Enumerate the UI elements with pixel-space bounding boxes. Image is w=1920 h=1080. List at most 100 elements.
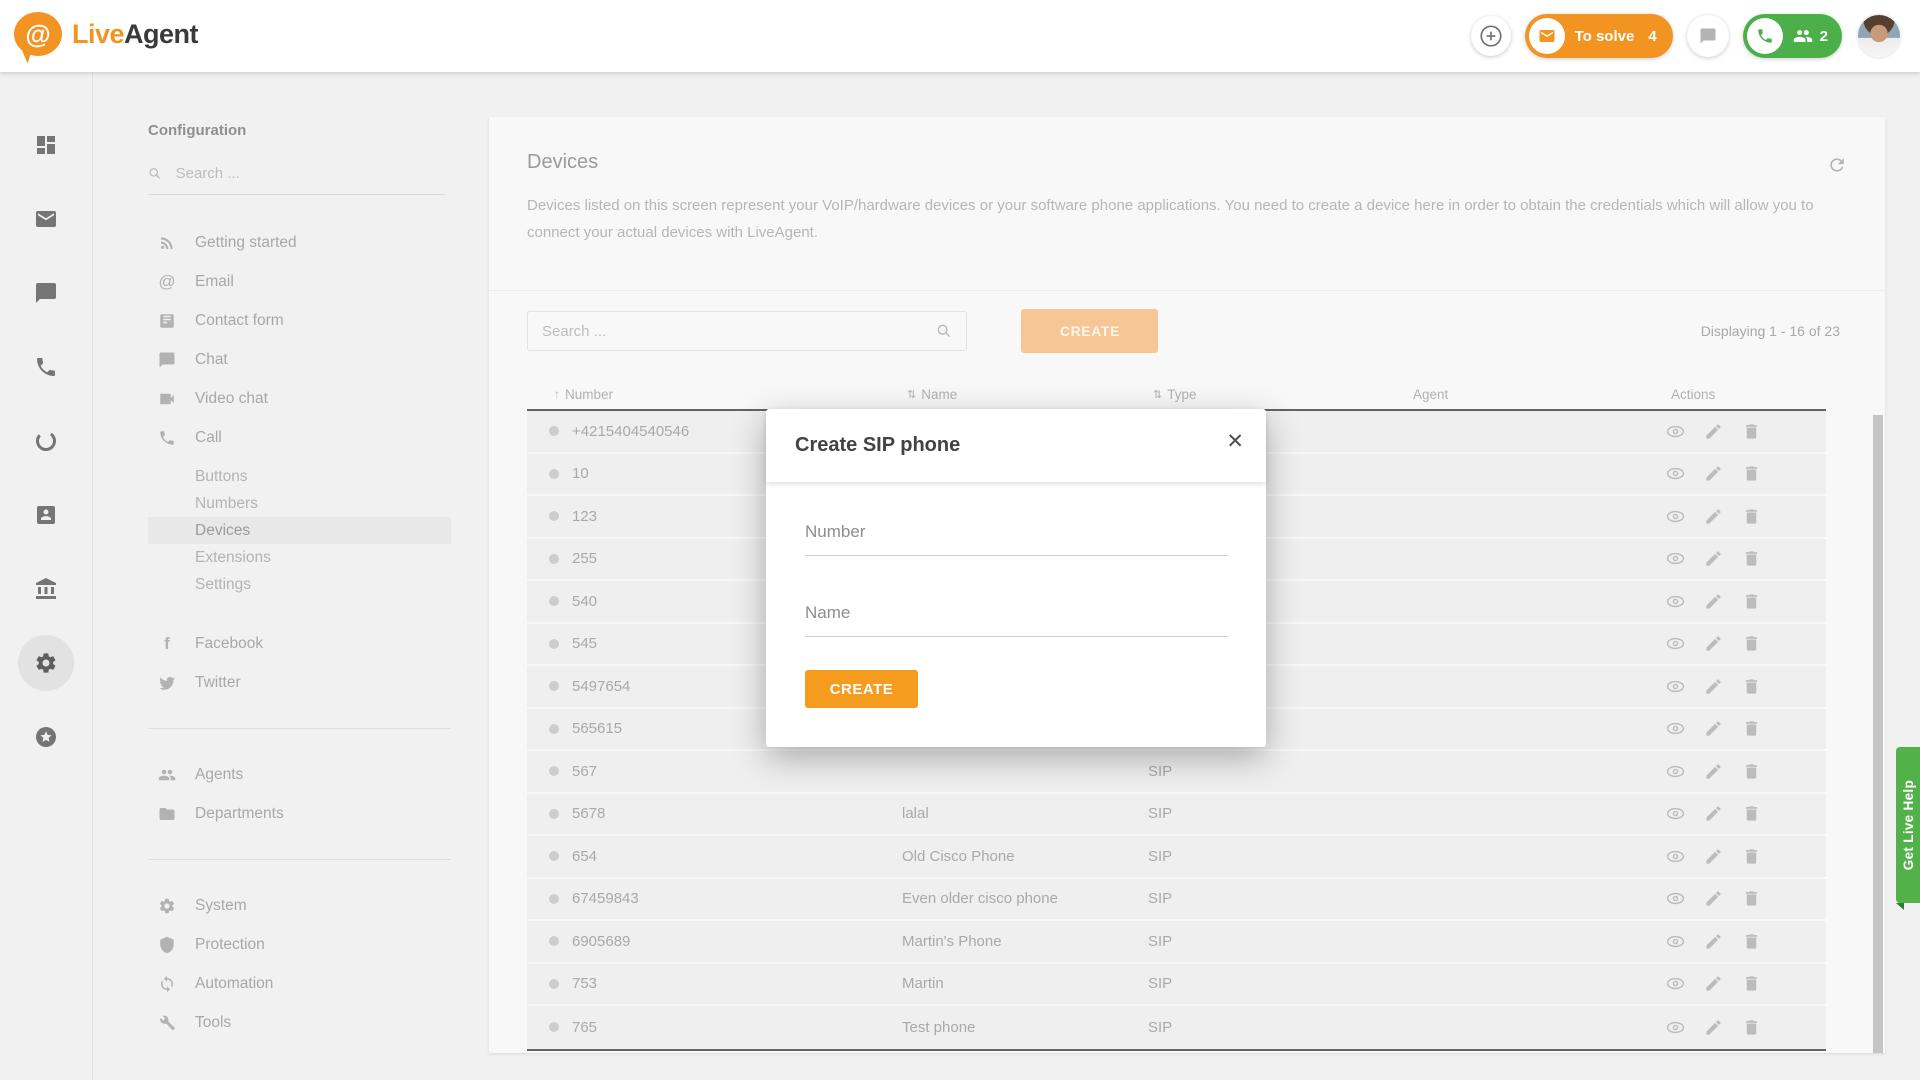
subnav-extensions[interactable]: Extensions	[148, 544, 451, 571]
nav-item-tools[interactable]: Tools	[93, 1003, 471, 1042]
rail-dashboard-button[interactable]	[0, 108, 93, 182]
table-row[interactable]: 753 Martin SIP	[527, 964, 1826, 1007]
nav-item-contact-form[interactable]: Contact form	[93, 301, 471, 340]
view-button[interactable]	[1666, 422, 1685, 441]
name-field[interactable]	[805, 603, 1228, 637]
table-row[interactable]: 67459843 Even older cisco phone SIP	[527, 879, 1826, 922]
nav-item-facebook[interactable]: f Facebook	[93, 624, 471, 663]
delete-button[interactable]	[1742, 422, 1761, 441]
nav-item-video-chat[interactable]: Video chat	[93, 379, 471, 418]
calls-status-button[interactable]: 2	[1743, 14, 1842, 58]
view-button[interactable]	[1666, 634, 1685, 653]
modal-create-button[interactable]: CREATE	[805, 670, 918, 708]
view-button[interactable]	[1666, 762, 1685, 781]
rail-call-button[interactable]	[0, 330, 93, 404]
view-button[interactable]	[1666, 592, 1685, 611]
rail-billing-button[interactable]	[0, 552, 93, 626]
rail-star-button[interactable]	[0, 700, 93, 774]
delete-button[interactable]	[1742, 549, 1761, 568]
edit-button[interactable]	[1704, 719, 1723, 738]
edit-button[interactable]	[1704, 804, 1723, 823]
table-row[interactable]: 654 Old Cisco Phone SIP	[527, 836, 1826, 879]
delete-button[interactable]	[1742, 507, 1761, 526]
edit-button[interactable]	[1704, 847, 1723, 866]
nav-item-chat[interactable]: Chat	[93, 340, 471, 379]
nav-item-email[interactable]: @ Email	[93, 262, 471, 301]
edit-button[interactable]	[1704, 464, 1723, 483]
subnav-settings[interactable]: Settings	[148, 571, 451, 598]
view-button[interactable]	[1666, 719, 1685, 738]
column-header-name[interactable]: ⇅Name	[907, 387, 1153, 402]
delete-button[interactable]	[1742, 889, 1761, 908]
edit-button[interactable]	[1704, 762, 1723, 781]
nav-item-agents[interactable]: Agents	[93, 755, 471, 794]
subnav-devices[interactable]: Devices	[148, 517, 451, 544]
view-button[interactable]	[1666, 549, 1685, 568]
get-live-help-ribbon[interactable]: Get Live Help	[1896, 747, 1920, 903]
view-button[interactable]	[1666, 1018, 1685, 1037]
liveagent-logo[interactable]: @ LiveAgent	[14, 12, 198, 56]
edit-button[interactable]	[1704, 507, 1723, 526]
view-button[interactable]	[1666, 507, 1685, 526]
user-avatar[interactable]	[1856, 13, 1902, 59]
rail-data-usage-button[interactable]	[0, 404, 93, 478]
table-row[interactable]: 6905689 Martin's Phone SIP	[527, 921, 1826, 964]
table-search[interactable]	[527, 311, 967, 351]
delete-button[interactable]	[1742, 847, 1761, 866]
view-button[interactable]	[1666, 932, 1685, 951]
subnav-numbers[interactable]: Numbers	[148, 490, 451, 517]
view-button[interactable]	[1666, 677, 1685, 696]
delete-button[interactable]	[1742, 719, 1761, 738]
number-field[interactable]	[805, 522, 1228, 556]
edit-button[interactable]	[1704, 1018, 1723, 1037]
edit-button[interactable]	[1704, 634, 1723, 653]
nav-item-departments[interactable]: Departments	[93, 794, 471, 833]
close-icon[interactable]: ✕	[1226, 431, 1244, 452]
add-button[interactable]	[1471, 16, 1511, 56]
number-input[interactable]	[805, 522, 1228, 542]
table-row[interactable]: 567 SIP	[527, 751, 1826, 794]
to-solve-button[interactable]: To solve 4	[1525, 14, 1673, 58]
view-button[interactable]	[1666, 847, 1685, 866]
subnav-buttons[interactable]: Buttons	[148, 463, 451, 490]
view-button[interactable]	[1666, 464, 1685, 483]
sidebar-search[interactable]	[148, 165, 445, 195]
edit-button[interactable]	[1704, 677, 1723, 696]
create-device-button[interactable]: CREATE	[1021, 309, 1158, 353]
name-input[interactable]	[805, 603, 1228, 623]
sidebar-search-input[interactable]	[176, 165, 445, 182]
delete-button[interactable]	[1742, 932, 1761, 951]
delete-button[interactable]	[1742, 592, 1761, 611]
rail-chat-button[interactable]	[0, 256, 93, 330]
rail-mail-button[interactable]	[0, 182, 93, 256]
edit-button[interactable]	[1704, 974, 1723, 993]
delete-button[interactable]	[1742, 634, 1761, 653]
delete-button[interactable]	[1742, 974, 1761, 993]
delete-button[interactable]	[1742, 804, 1761, 823]
delete-button[interactable]	[1742, 1018, 1761, 1037]
nav-item-call[interactable]: Call	[93, 418, 471, 457]
table-scrollbar[interactable]	[1873, 415, 1883, 1053]
column-header-type[interactable]: ⇅Type	[1153, 387, 1413, 402]
nav-item-protection[interactable]: Protection	[93, 925, 471, 964]
edit-button[interactable]	[1704, 592, 1723, 611]
table-row[interactable]: 765 Test phone SIP	[527, 1006, 1826, 1049]
delete-button[interactable]	[1742, 677, 1761, 696]
view-button[interactable]	[1666, 804, 1685, 823]
table-row[interactable]: 5678 lalal SIP	[527, 794, 1826, 837]
nav-item-system[interactable]: System	[93, 886, 471, 925]
edit-button[interactable]	[1704, 932, 1723, 951]
rail-settings-button[interactable]	[0, 626, 93, 700]
view-button[interactable]	[1666, 889, 1685, 908]
nav-item-automation[interactable]: Automation	[93, 964, 471, 1003]
refresh-button[interactable]	[1827, 155, 1847, 175]
chat-status-button[interactable]	[1687, 15, 1729, 57]
rail-contacts-button[interactable]	[0, 478, 93, 552]
nav-item-twitter[interactable]: Twitter	[93, 663, 471, 702]
edit-button[interactable]	[1704, 889, 1723, 908]
delete-button[interactable]	[1742, 464, 1761, 483]
view-button[interactable]	[1666, 974, 1685, 993]
column-header-number[interactable]: ↑Number	[554, 387, 907, 402]
table-search-input[interactable]	[542, 323, 936, 340]
edit-button[interactable]	[1704, 422, 1723, 441]
